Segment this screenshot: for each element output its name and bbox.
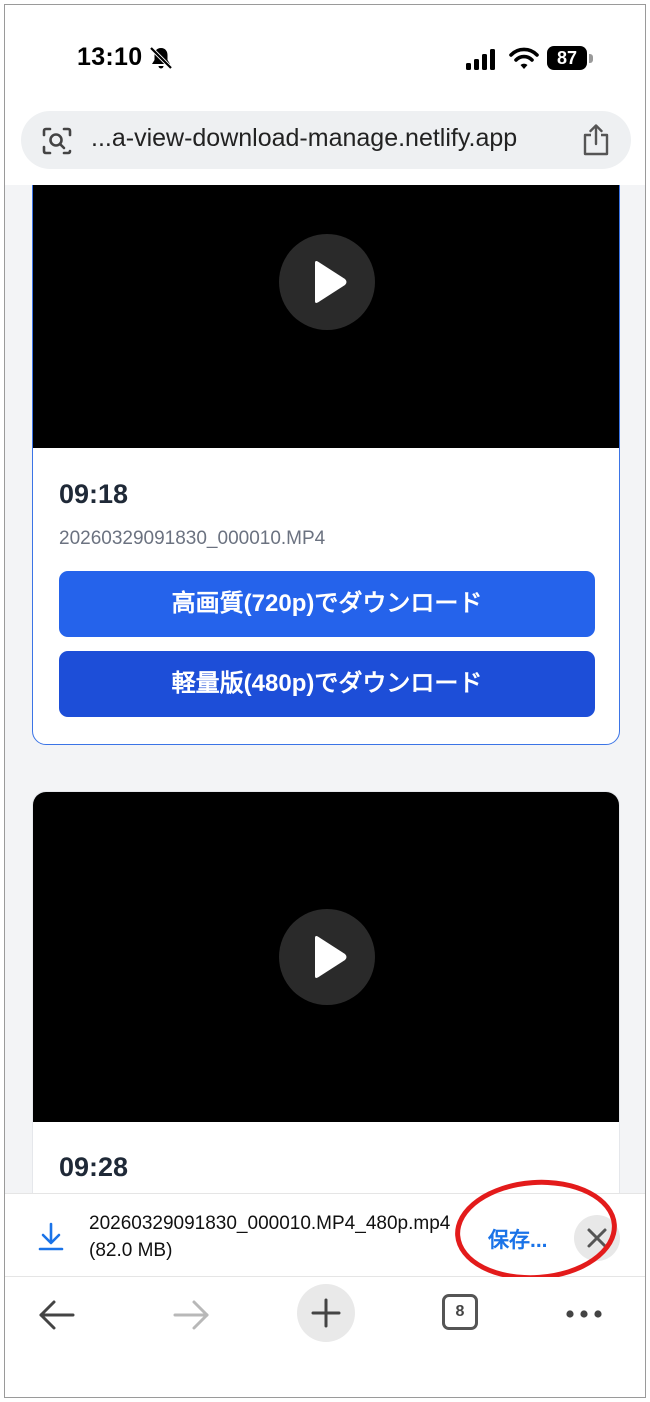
share-icon[interactable] — [581, 123, 611, 157]
wifi-icon — [509, 47, 539, 69]
close-icon — [587, 1228, 607, 1248]
back-arrow-icon[interactable] — [37, 1297, 77, 1333]
video-card: 09:18 20260329091830_000010.MP4 高画質(720p… — [32, 185, 620, 745]
status-bar: 13:10 87 — [5, 5, 645, 105]
close-button[interactable] — [574, 1215, 620, 1261]
play-icon — [315, 261, 347, 303]
plus-icon — [311, 1298, 341, 1328]
clip-filename: 20260329091830_000010.MP4 — [59, 528, 326, 549]
battery-tip — [589, 54, 593, 63]
phone-frame: 13:10 87 ...a-view-download-manage.netli… — [4, 4, 646, 1398]
forward-arrow-icon[interactable] — [171, 1297, 211, 1333]
save-button[interactable]: 保存... — [488, 1224, 548, 1254]
clip-time: 09:18 — [59, 479, 129, 509]
play-button[interactable] — [279, 909, 375, 1005]
new-tab-button[interactable] — [297, 1284, 355, 1342]
bell-muted-icon — [149, 46, 173, 70]
battery-icon: 87 — [547, 46, 595, 72]
address-bar[interactable]: ...a-view-download-manage.netlify.app — [21, 111, 631, 169]
battery-level: 87 — [547, 46, 587, 70]
download-bar: 20260329091830_000010.MP4_480p.mp4 (82.0… — [5, 1193, 645, 1277]
video-player[interactable] — [33, 185, 619, 448]
play-icon — [315, 936, 347, 978]
status-time: 13:10 — [77, 43, 143, 71]
download-hq-button[interactable]: 高画質(720p)でダウンロード — [59, 571, 595, 637]
lens-icon[interactable] — [41, 126, 73, 156]
download-lite-button[interactable]: 軽量版(480p)でダウンロード — [59, 651, 595, 717]
signal-icon — [466, 49, 495, 70]
download-icon — [38, 1222, 64, 1251]
bottom-toolbar: 8 — [5, 1277, 645, 1397]
video-player[interactable] — [33, 792, 619, 1122]
address-bar-area: ...a-view-download-manage.netlify.app — [5, 105, 645, 185]
play-button[interactable] — [279, 234, 375, 330]
video-card: 09:28 — [32, 791, 620, 1193]
url-text[interactable]: ...a-view-download-manage.netlify.app — [91, 124, 517, 153]
clip-time: 09:28 — [59, 1152, 129, 1182]
tab-switcher-button[interactable]: 8 — [442, 1294, 478, 1330]
more-icon[interactable] — [564, 1307, 604, 1321]
page-content: 09:18 20260329091830_000010.MP4 高画質(720p… — [5, 185, 645, 1193]
download-filename: 20260329091830_000010.MP4_480p.mp4 (82.0… — [89, 1213, 451, 1261]
